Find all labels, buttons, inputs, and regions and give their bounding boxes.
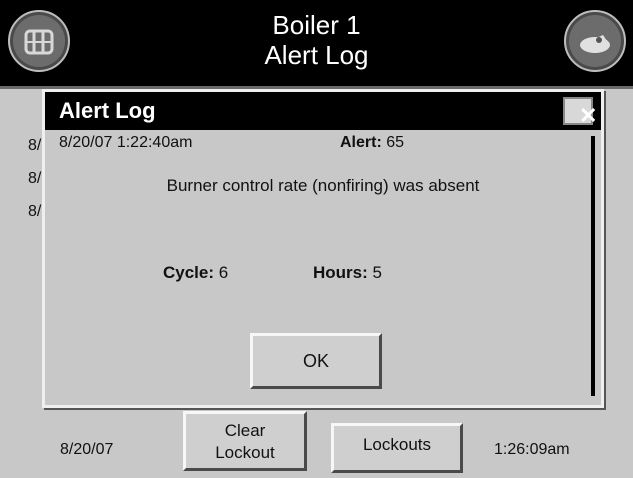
page-title-line1: Boiler 1 — [272, 10, 361, 40]
dialog-title-bar: Alert Log ✕ — [45, 92, 601, 130]
page-title-line2: Alert Log — [264, 40, 369, 70]
close-icon: ✕ — [579, 103, 598, 128]
dialog-title: Alert Log — [59, 98, 156, 123]
dialog-scrollbar[interactable] — [591, 136, 595, 396]
footer-time: 1:26:09am — [494, 441, 570, 458]
hours-readout: Hours: 5 — [313, 263, 382, 283]
cycle-readout: Cycle: 6 — [163, 263, 228, 283]
list-item[interactable]: 8/ — [28, 136, 41, 169]
cycle-value: 6 — [218, 263, 229, 282]
close-button[interactable]: ✕ — [563, 97, 597, 127]
alert-timestamp: 8/20/07 1:22:40am — [59, 134, 193, 151]
list-item[interactable]: 8/ — [28, 169, 41, 202]
clear-lockout-label-line1: Clear — [224, 421, 266, 440]
list-item[interactable]: 8/ — [28, 202, 41, 235]
lockouts-button[interactable]: Lockouts — [331, 423, 463, 473]
screen: Boiler 1 Alert Log 8/ 8/ 8/ Alert Log ✕ … — [0, 0, 633, 478]
cycle-label: Cycle: — [163, 263, 215, 282]
clear-lockout-button[interactable]: Clear Lockout — [183, 411, 307, 471]
alert-message: Burner control rate (nonfiring) was abse… — [166, 176, 480, 195]
flame-sensor-icon — [580, 35, 610, 53]
header-bar: Boiler 1 Alert Log — [0, 0, 633, 89]
hours-value: 5 — [372, 263, 382, 282]
alert-log-dialog: Alert Log ✕ 8/20/07 1:22:40am Alert: 65 … — [42, 89, 604, 408]
alert-log-list: 8/ 8/ 8/ — [28, 136, 41, 235]
page-title: Boiler 1 Alert Log — [0, 10, 633, 70]
footer-date: 8/20/07 — [60, 441, 114, 458]
flame-sensor-button[interactable] — [564, 10, 626, 72]
alert-code-value: 65 — [386, 134, 405, 151]
ok-button[interactable]: OK — [250, 333, 382, 389]
alert-code: Alert: 65 — [340, 134, 404, 152]
alert-code-label: Alert: — [340, 134, 382, 151]
clear-lockout-label-line2: Lockout — [215, 443, 275, 462]
hours-label: Hours: — [313, 263, 368, 282]
